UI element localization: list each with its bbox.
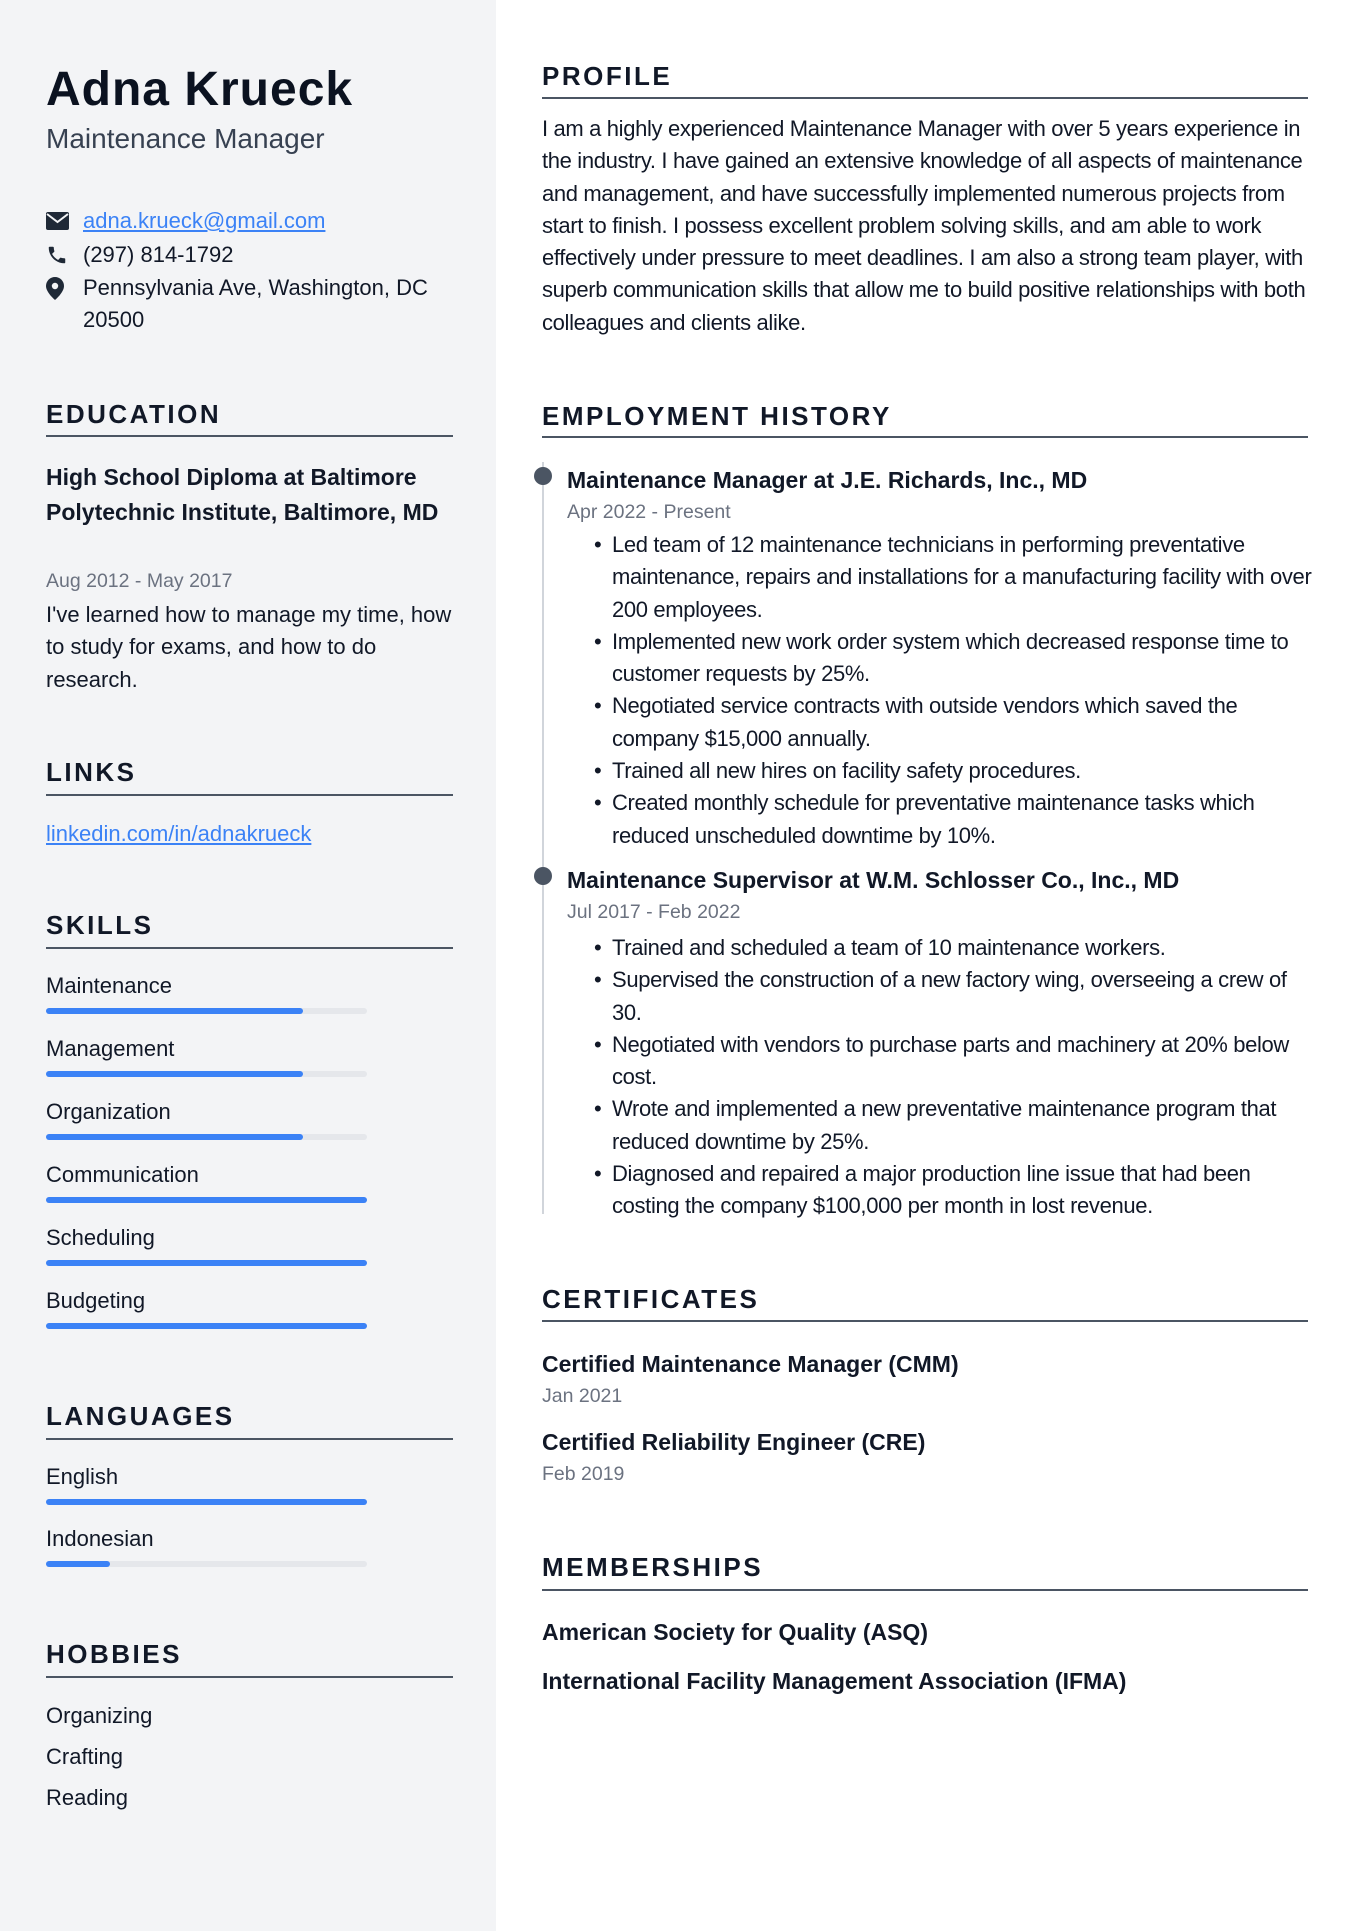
language-level-bar: [46, 1499, 367, 1505]
certificate-date: Jan 2021: [542, 1385, 623, 1407]
memberships-rule: [542, 1589, 1308, 1591]
language-label: Indonesian: [46, 1526, 154, 1551]
address-line-2: 20500: [83, 307, 145, 332]
employment-rule: [542, 436, 1308, 438]
skill-level-bar: [46, 1323, 367, 1329]
email-link[interactable]: adna.krueck@gmail.com: [83, 205, 325, 237]
certificate-title: Certified Reliability Engineer (CRE): [542, 1429, 926, 1455]
certificate-title: Certified Maintenance Manager (CMM): [542, 1351, 959, 1377]
job-bullet: Wrote and implemented a new preventative…: [594, 1093, 1314, 1158]
certificates-heading: CERTIFICATES: [542, 1284, 760, 1314]
skill-label: Management: [46, 1036, 175, 1061]
skill-level-bar: [46, 1134, 367, 1140]
skills-rule: [46, 947, 453, 949]
education-heading: EDUCATION: [46, 399, 222, 429]
language-label: English: [46, 1464, 119, 1489]
skill-label: Organization: [46, 1099, 171, 1124]
languages-heading: LANGUAGES: [46, 1401, 235, 1431]
job-bullet: Trained and scheduled a team of 10 maint…: [594, 932, 1314, 965]
map-pin-icon: [46, 272, 83, 304]
membership-item: International Facility Management Associ…: [542, 1668, 1127, 1694]
skill-level-bar: [46, 1008, 367, 1014]
education-rule: [46, 435, 453, 437]
skill-level-fill: [46, 1071, 303, 1077]
skill-label: Budgeting: [46, 1288, 146, 1313]
hobby-item: Organizing: [46, 1703, 153, 1728]
skill-label: Communication: [46, 1162, 199, 1187]
job-date: Jul 2017 - Feb 2022: [567, 901, 741, 923]
hobby-item: Crafting: [46, 1744, 124, 1769]
certificate-date: Feb 2019: [542, 1463, 625, 1485]
envelope-icon: [46, 205, 83, 237]
skill-level-fill: [46, 1134, 303, 1140]
timeline-dot: [534, 867, 552, 885]
sidebar: Adna Krueck Maintenance Manager adna.kru…: [0, 0, 496, 1931]
certificates-rule: [542, 1320, 1308, 1322]
skill-level-fill: [46, 1197, 367, 1203]
job-title: Maintenance Manager at J.E. Richards, In…: [567, 467, 1088, 493]
phone-icon: [46, 239, 83, 271]
hobbies-heading: HOBBIES: [46, 1639, 182, 1669]
membership-item: American Society for Quality (ASQ): [542, 1619, 928, 1645]
language-level-bar: [46, 1561, 367, 1567]
hobby-item: Reading: [46, 1785, 128, 1810]
address: Pennsylvania Ave, Washington, DC 20500: [83, 272, 428, 336]
skill-level-bar: [46, 1197, 367, 1203]
job-bullet: Implemented new work order system which …: [594, 626, 1314, 691]
job-bullet: Led team of 12 maintenance technicians i…: [594, 529, 1314, 626]
job-bullet: Trained all new hires on facility safety…: [594, 755, 1314, 788]
job-bullet: Negotiated service contracts with outsid…: [594, 690, 1314, 755]
linkedin-link[interactable]: linkedin.com/in/adnakrueck: [46, 818, 311, 850]
skill-level-bar: [46, 1071, 367, 1077]
education-title: High School Diploma at Baltimore Polytec…: [46, 464, 439, 525]
profile-heading: PROFILE: [542, 61, 673, 91]
job-bullet: Supervised the construction of a new fac…: [594, 964, 1314, 1029]
profile-text: I am a highly experienced Maintenance Ma…: [542, 116, 1306, 335]
timeline-dot: [534, 467, 552, 485]
candidate-title: Maintenance Manager: [46, 123, 325, 154]
job-bullets: Trained and scheduled a team of 10 maint…: [594, 932, 1314, 1223]
education-date: Aug 2012 - May 2017: [46, 570, 233, 592]
contact-address-row: Pennsylvania Ave, Washington, DC 20500: [46, 272, 428, 336]
job-bullets: Led team of 12 maintenance technicians i…: [594, 529, 1314, 852]
skill-label: Maintenance: [46, 973, 172, 998]
employment-heading: EMPLOYMENT HISTORY: [542, 401, 892, 431]
memberships-heading: MEMBERSHIPS: [542, 1552, 764, 1582]
links-heading: LINKS: [46, 757, 137, 787]
skill-level-fill: [46, 1260, 367, 1266]
links-rule: [46, 794, 453, 796]
candidate-name: Adna Krueck: [46, 63, 354, 116]
contact-phone-row: (297) 814-1792: [46, 239, 233, 271]
job-title: Maintenance Supervisor at W.M. Schlosser…: [567, 867, 1180, 893]
language-level-fill: [46, 1499, 367, 1505]
education-description: I've learned how to manage my time, how …: [46, 602, 452, 692]
skill-label: Scheduling: [46, 1225, 155, 1250]
job-bullet: Diagnosed and repaired a major productio…: [594, 1158, 1314, 1223]
address-line-1: Pennsylvania Ave, Washington, DC: [83, 275, 428, 300]
contact-email-row: adna.krueck@gmail.com: [46, 205, 325, 237]
skills-heading: SKILLS: [46, 910, 154, 940]
profile-rule: [542, 97, 1308, 99]
job-bullet: Created monthly schedule for preventativ…: [594, 787, 1314, 852]
timeline-line: [542, 462, 544, 1214]
job-bullet: Negotiated with vendors to purchase part…: [594, 1029, 1314, 1094]
skill-level-bar: [46, 1260, 367, 1266]
language-level-fill: [46, 1561, 111, 1567]
hobbies-rule: [46, 1676, 453, 1678]
job-date: Apr 2022 - Present: [567, 501, 731, 523]
languages-rule: [46, 1438, 453, 1440]
skill-level-fill: [46, 1008, 303, 1014]
skill-level-fill: [46, 1323, 367, 1329]
phone-number: (297) 814-1792: [83, 242, 234, 267]
